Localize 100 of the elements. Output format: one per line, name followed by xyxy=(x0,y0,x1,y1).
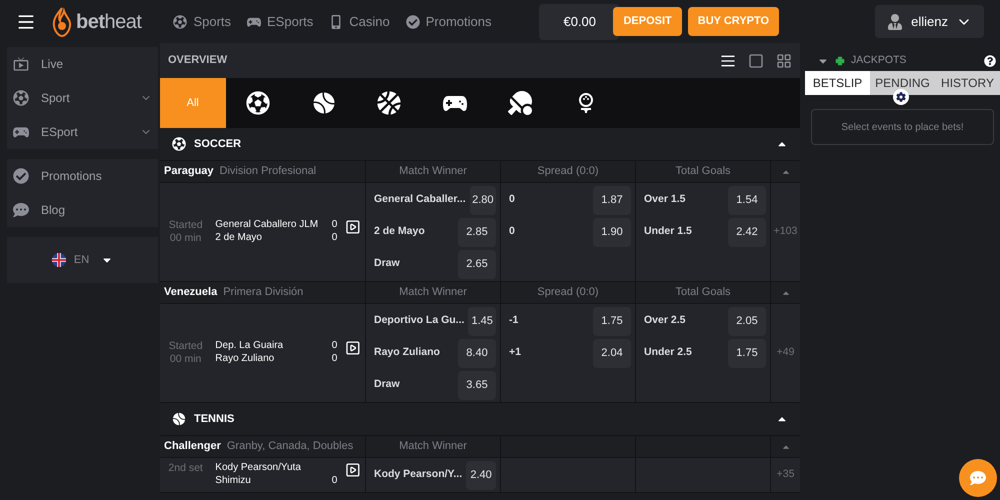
team-name: General Caballero JLM xyxy=(215,219,318,232)
outcome-label: Draw xyxy=(374,256,400,272)
market-header: Match Winner xyxy=(399,439,467,454)
odds-button[interactable]: 1.87 xyxy=(593,186,631,214)
outcome-label: -1 xyxy=(509,313,518,328)
betslip-tab[interactable]: PENDING xyxy=(870,71,935,95)
odds-button[interactable]: 1.75 xyxy=(593,306,631,336)
table-tennis-icon xyxy=(508,91,532,115)
play-video-icon[interactable] xyxy=(345,219,361,235)
sidebar-item[interactable]: Blog xyxy=(7,193,158,227)
match-status: Started xyxy=(168,219,203,232)
empty-betslip-message: Select events to place bets! xyxy=(841,120,964,134)
play-video-icon[interactable] xyxy=(345,340,361,356)
team-score: 0 xyxy=(332,474,338,487)
list-view-icon[interactable] xyxy=(720,52,736,68)
market-header: Match Winner xyxy=(399,285,467,300)
play-screen-icon xyxy=(13,56,29,72)
team-score: 0 xyxy=(332,340,338,352)
market-header: Total Goals xyxy=(675,164,731,180)
help-icon[interactable] xyxy=(984,55,996,67)
market-header: Match Winner xyxy=(399,164,467,180)
market-header: Spread (0:0) xyxy=(537,285,599,300)
language-label[interactable]: EN xyxy=(74,252,90,268)
odds-button[interactable]: 2.80 xyxy=(470,186,496,214)
balance-text: €0.00 xyxy=(563,12,598,31)
match-status: Started xyxy=(168,340,203,354)
outcome-label: 0 xyxy=(509,192,515,208)
league-country: Venezuela xyxy=(164,285,218,300)
play-video-icon[interactable] xyxy=(345,462,361,478)
betslip-tab[interactable]: BETSLIP xyxy=(805,71,870,95)
overview-title: OVERVIEW xyxy=(168,53,228,68)
league-country: Paraguay xyxy=(164,164,214,180)
odds-button[interactable]: 1.45 xyxy=(468,306,496,336)
team-score: 0 xyxy=(332,352,338,365)
section-title: SOCCER xyxy=(194,136,242,152)
nav-link[interactable]: Sports xyxy=(173,12,232,32)
odds-button[interactable]: 2.40 xyxy=(466,460,496,490)
outcome-label: Over 1.5 xyxy=(644,192,686,208)
jackpots-label[interactable]: JACKPOTS xyxy=(851,53,978,69)
odds-button[interactable]: 2.04 xyxy=(593,338,631,368)
odds-button[interactable]: 2.42 xyxy=(728,218,766,246)
user-icon xyxy=(887,14,904,30)
league-name: Primera División xyxy=(223,285,304,300)
flame-logo-icon xyxy=(52,6,72,36)
league-name: Granby, Canada, Doubles xyxy=(226,439,354,454)
nav-link[interactable]: Casino xyxy=(329,12,390,32)
team-name: Kody Pearson/Yuta Shimizu xyxy=(215,462,302,487)
outcome-label: Under 2.5 xyxy=(644,345,692,360)
outcome-label: Deportivo La Gu... xyxy=(374,313,464,328)
outcome-label: 2 de Mayo xyxy=(374,224,425,240)
outcome-label: Rayo Zuliano xyxy=(374,345,440,360)
team-name: Rayo Zuliano xyxy=(215,352,274,365)
odds-button[interactable]: 2.65 xyxy=(458,250,496,278)
outcome-label: General Caballer... xyxy=(374,192,466,208)
speech-bubble-icon xyxy=(13,202,29,218)
league-name: Division Profesional xyxy=(220,164,316,180)
chat-button[interactable] xyxy=(959,459,997,497)
grid-view-icon[interactable] xyxy=(776,52,792,68)
nav-link[interactable]: ESports xyxy=(247,12,314,32)
phone-icon xyxy=(329,14,344,28)
team-name: Dep. La Guaira xyxy=(215,340,284,352)
odds-button[interactable]: 8.40 xyxy=(458,338,496,368)
section-title: TENNIS xyxy=(194,412,236,427)
team-name: 2 de Mayo xyxy=(215,232,262,244)
clover-icon xyxy=(835,56,845,66)
match-time: 00 min xyxy=(170,232,202,246)
flag-icon xyxy=(52,253,66,267)
market-header: Total Goals xyxy=(675,285,731,300)
nav-link[interactable]: Promotions xyxy=(406,12,492,32)
outcome-label: Under 1.5 xyxy=(644,224,692,240)
betslip-tab[interactable]: HISTORY xyxy=(935,71,1000,95)
basketball-icon xyxy=(377,91,402,115)
odds-button[interactable]: 2.85 xyxy=(458,218,496,246)
check-badge-icon xyxy=(406,14,420,28)
outcome-label: Kody Pearson/Y... xyxy=(374,467,462,482)
odds-button[interactable]: 1.75 xyxy=(728,338,766,368)
odds-button[interactable]: 1.54 xyxy=(728,186,766,214)
check-badge-icon xyxy=(13,168,29,184)
match-status: 2nd set xyxy=(168,462,203,476)
odds-button[interactable]: 1.90 xyxy=(593,218,631,246)
market-header: Spread (0:0) xyxy=(537,164,599,180)
team-score: 0 xyxy=(332,219,338,232)
match-time: 00 min xyxy=(170,353,202,366)
odds-button[interactable]: 2.05 xyxy=(728,306,766,336)
league-country: Challenger xyxy=(164,439,221,454)
sidebar-item[interactable]: Sport xyxy=(7,81,158,115)
sidebar-item[interactable]: Promotions xyxy=(7,159,158,193)
odds-button[interactable]: 3.65 xyxy=(458,370,496,400)
settings-icon[interactable] xyxy=(896,92,906,102)
brand-logo[interactable]: betheat xyxy=(76,8,142,36)
outcome-label: +1 xyxy=(509,345,521,360)
single-view-icon[interactable] xyxy=(748,52,764,68)
settings-button[interactable] xyxy=(893,89,909,105)
outcome-label: Over 2.5 xyxy=(644,313,686,328)
team-score: 0 xyxy=(332,232,338,244)
outcome-label: Draw xyxy=(374,377,400,392)
sidebar-item[interactable]: Live xyxy=(7,47,158,81)
outcome-label: 0 xyxy=(509,224,515,240)
tennis-ball-icon xyxy=(172,412,186,426)
sidebar-item[interactable]: ESport xyxy=(7,115,158,149)
